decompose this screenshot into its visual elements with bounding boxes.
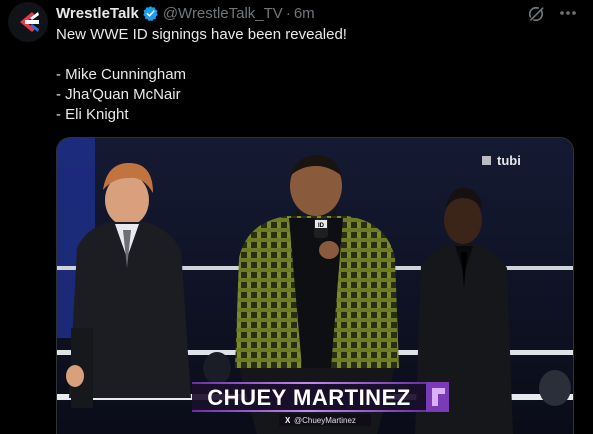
tweet-header: WrestleTalk @WrestleTalk_TV · 6m xyxy=(56,3,315,23)
tweet[interactable]: WrestleTalk @WrestleTalk_TV · 6m New WWE… xyxy=(0,0,593,434)
verified-badge-icon xyxy=(142,5,159,22)
tweet-line: New WWE ID signings have been revealed! xyxy=(56,26,347,43)
author-avatar[interactable] xyxy=(8,2,48,42)
tweet-line: - Eli Knight xyxy=(56,106,129,123)
grok-icon[interactable] xyxy=(526,4,546,24)
wrestling-ring-photo: ID tubi CHUEY MARTINEZ X @ChueyMartinez xyxy=(57,138,573,434)
lower-third-handle: @ChueyMartinez xyxy=(294,416,356,425)
tweet-text: New WWE ID signings have been revealed! … xyxy=(56,25,556,125)
x-logo-icon: X xyxy=(285,416,291,425)
tweet-line: - Mike Cunningham xyxy=(56,66,187,83)
tweet-timestamp[interactable]: 6m xyxy=(294,5,315,22)
wrestletalk-logo-icon xyxy=(8,2,48,42)
mic-flag-label: ID xyxy=(318,223,325,229)
lower-third-name: CHUEY MARTINEZ xyxy=(207,385,410,410)
author-name[interactable]: WrestleTalk xyxy=(56,5,139,22)
tweet-media-image[interactable]: ID tubi CHUEY MARTINEZ X @ChueyMartinez xyxy=(56,137,574,434)
more-options-icon[interactable] xyxy=(556,2,580,24)
broadcaster-logo: tubi xyxy=(497,153,521,168)
author-handle[interactable]: @WrestleTalk_TV xyxy=(163,5,283,22)
header-separator: · xyxy=(285,4,291,22)
tweet-line: - Jha'Quan McNair xyxy=(56,86,181,103)
